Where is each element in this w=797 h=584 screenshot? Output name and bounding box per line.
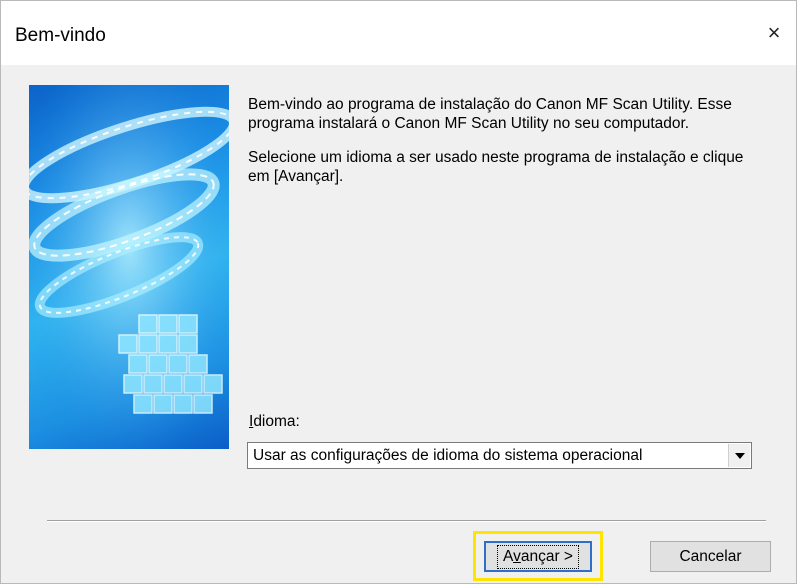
language-select[interactable]: Usar as configurações de idioma do siste… [247,442,752,469]
spiral-cubes-artwork [29,85,229,449]
close-icon: × [767,20,781,45]
language-label: Idioma: [249,413,300,431]
cancel-button-label: Cancelar [679,547,742,565]
installer-dialog: Bem-vindo × Bem-vindo ao programa de ins… [0,0,797,584]
title-bar: Bem-vindo × [1,1,796,65]
language-select-value: Usar as configurações de idioma do siste… [253,446,643,464]
window-title: Bem-vindo [15,25,106,46]
installer-banner-image [29,85,229,449]
next-label-end: ançar > [520,547,573,565]
language-label-text: dioma: [253,413,300,430]
next-button[interactable]: Avançar > [484,541,592,572]
dropdown-button[interactable] [728,444,750,467]
cancel-button[interactable]: Cancelar [650,541,771,572]
intro-paragraph-instructions: Selecione um idioma a ser usado neste pr… [248,149,744,185]
intro-paragraph-welcome: Bem-vindo ao programa de instalação do C… [248,96,732,132]
next-label-start: A [503,547,514,565]
chevron-down-icon [734,452,745,459]
close-button[interactable]: × [752,13,796,53]
next-button-label: Avançar > [497,544,579,569]
intro-text: Bem-vindo ao programa de instalação do C… [248,95,768,201]
next-label-mnemonic: v [513,547,521,565]
button-separator [47,520,766,522]
